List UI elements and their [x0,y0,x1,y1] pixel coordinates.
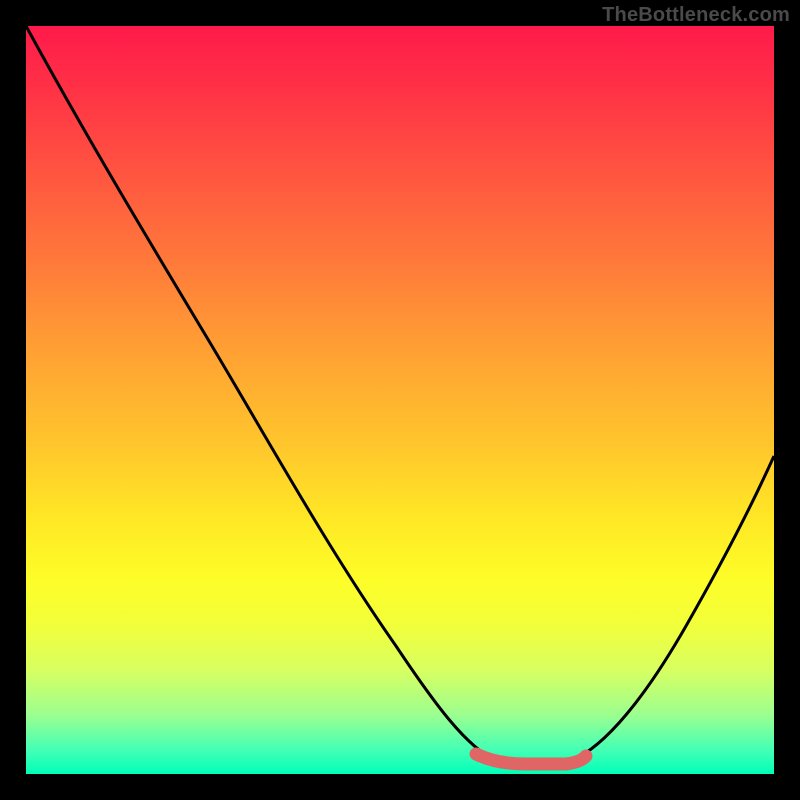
bottleneck-curve-path [26,26,774,761]
plot-area [26,26,774,774]
highlight-segment [476,754,586,764]
chart-container: TheBottleneck.com [0,0,800,800]
curve-svg [26,26,774,774]
watermark-text: TheBottleneck.com [602,4,790,27]
